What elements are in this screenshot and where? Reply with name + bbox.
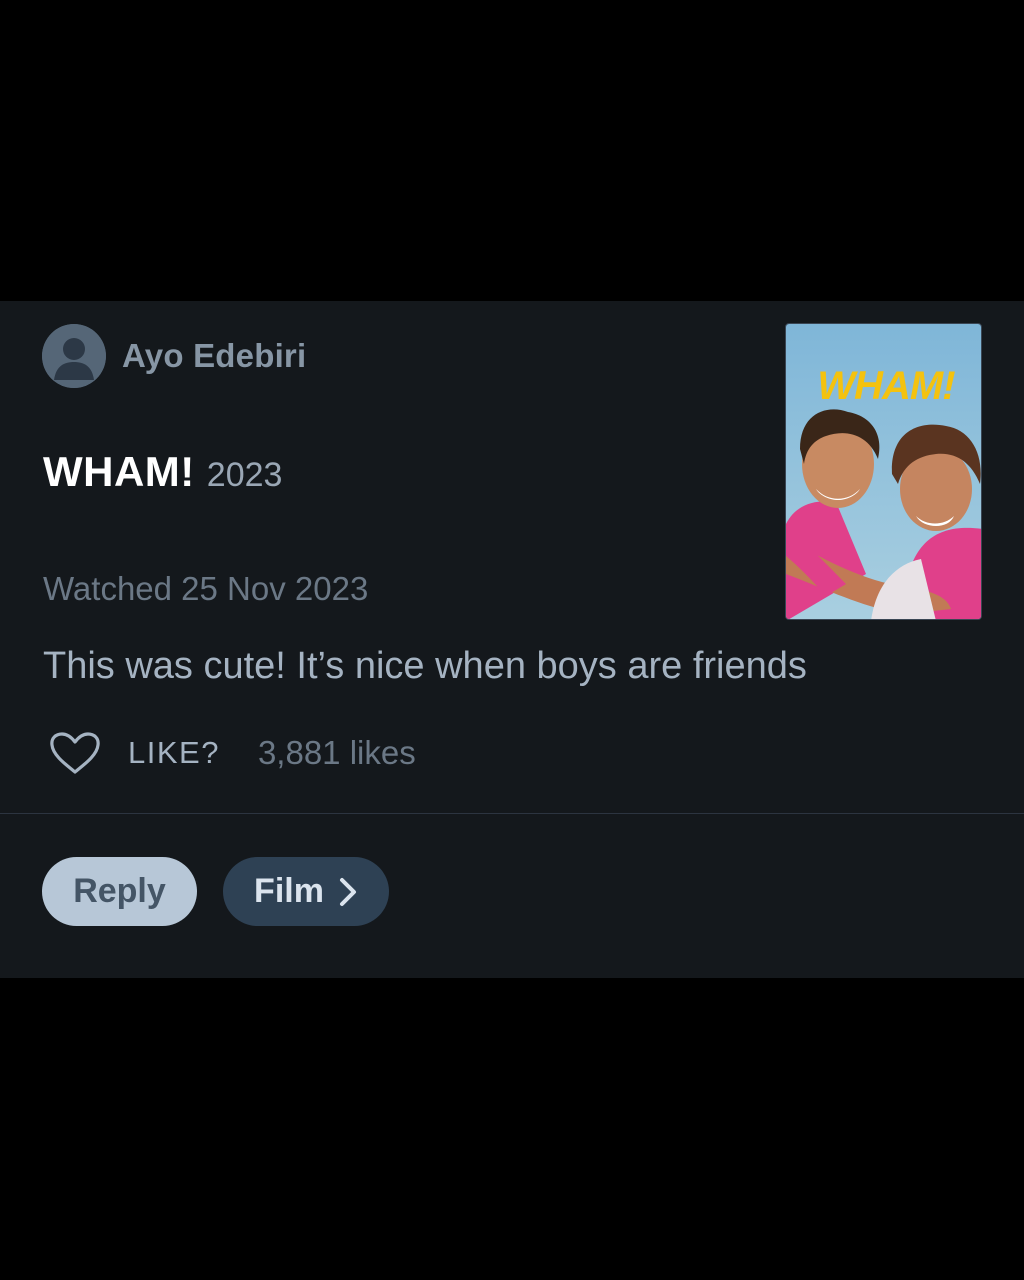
- film-year: 2023: [206, 456, 283, 494]
- author-name[interactable]: Ayo Edebiri: [122, 337, 306, 375]
- watched-date: Watched 25 Nov 2023: [43, 570, 369, 607]
- like-row: LIKE? 3,881 likes: [48, 731, 416, 775]
- chevron-right-icon: [339, 877, 356, 906]
- divider: [0, 813, 1024, 814]
- film-button[interactable]: Film: [223, 857, 389, 926]
- reply-button[interactable]: Reply: [42, 857, 197, 926]
- review-text: This was cute! It’s nice when boys are f…: [43, 645, 807, 687]
- film-poster[interactable]: WHAM!: [785, 323, 982, 620]
- reply-button-label: Reply: [73, 872, 166, 910]
- film-button-label: Film: [254, 872, 324, 910]
- like-button-label[interactable]: LIKE?: [128, 735, 220, 771]
- user-avatar-icon[interactable]: [42, 324, 106, 388]
- film-title[interactable]: WHAM!: [43, 448, 195, 496]
- poster-title: WHAM!: [817, 364, 955, 408]
- review-author[interactable]: Ayo Edebiri: [42, 323, 306, 389]
- heart-outline-icon[interactable]: [48, 731, 102, 775]
- review-card: Ayo Edebiri WHAM! 2023 Watched 25 Nov 20…: [0, 301, 1024, 978]
- film-heading: WHAM! 2023: [43, 448, 282, 496]
- like-count[interactable]: 3,881 likes: [258, 734, 416, 772]
